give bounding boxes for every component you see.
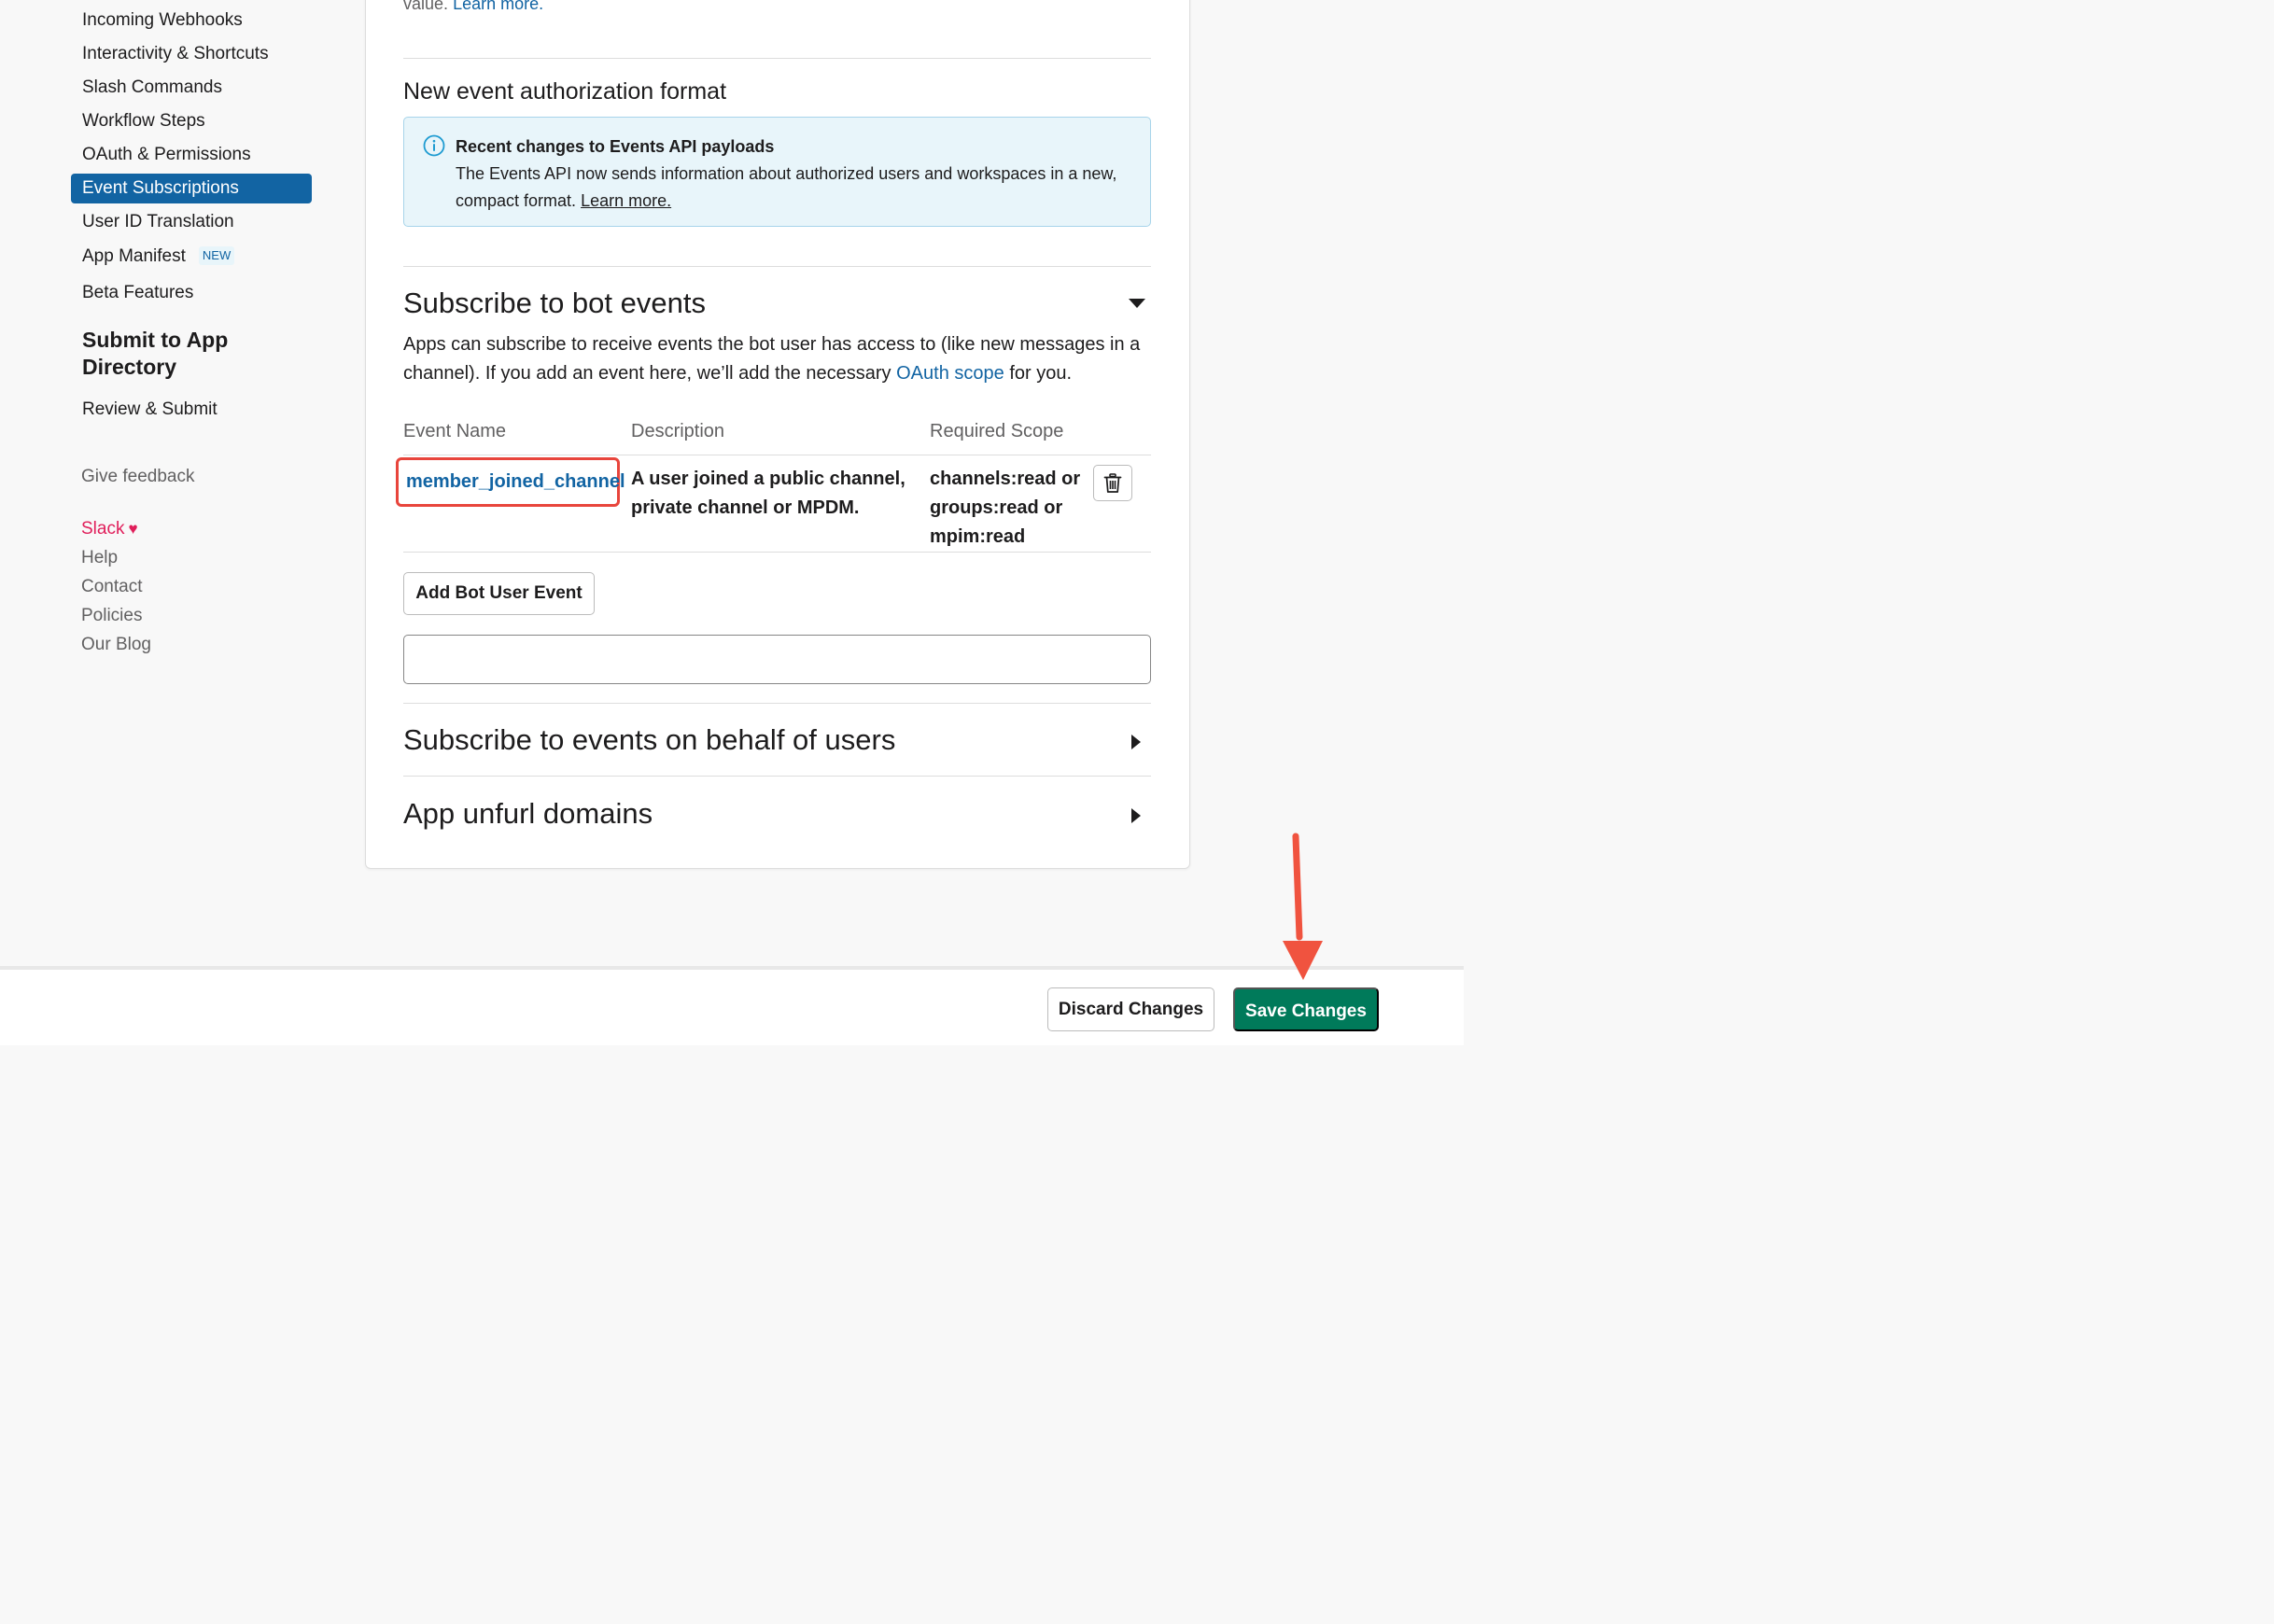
policies-link[interactable]: Policies: [81, 604, 142, 628]
submit-section-heading: Submit to App Directory: [82, 328, 229, 379]
user-events-heading[interactable]: Subscribe to events on behalf of users: [403, 722, 895, 758]
contact-link[interactable]: Contact: [81, 575, 142, 599]
new-badge: NEW: [198, 246, 235, 265]
info-banner-text: The Events API now sends information abo…: [456, 164, 1117, 210]
divider: [403, 266, 1151, 267]
annotation-arrow-icon: [1283, 833, 1323, 980]
give-feedback-link[interactable]: Give feedback: [81, 465, 194, 489]
column-header-description: Description: [631, 421, 725, 441]
top-text: value. Learn more.: [403, 0, 543, 15]
sidebar-item-user-id-translation[interactable]: User ID Translation: [71, 207, 312, 237]
table-row-divider: [403, 552, 1151, 553]
expand-caret-icon[interactable]: [1131, 735, 1141, 749]
sidebar-item-app-manifest[interactable]: App Manifest NEW: [71, 242, 312, 272]
help-link[interactable]: Help: [81, 546, 118, 570]
collapse-caret-icon[interactable]: [1129, 299, 1145, 308]
scope-line: mpim:read: [930, 526, 1026, 547]
event-search-input[interactable]: [403, 635, 1151, 684]
heart-icon: ♥: [128, 520, 138, 538]
sidebar-item-review-submit[interactable]: Review & Submit: [71, 395, 312, 425]
divider: [403, 776, 1151, 777]
bot-events-desc-end: for you.: [1009, 363, 1073, 384]
add-bot-user-event-button[interactable]: Add Bot User Event: [403, 572, 595, 615]
save-changes-button[interactable]: Save Changes: [1233, 987, 1379, 1031]
column-header-required-scope: Required Scope: [930, 421, 1064, 441]
scope-line: groups:read or: [930, 497, 1063, 518]
sidebar-item-interactivity-shortcuts[interactable]: Interactivity & Shortcuts: [71, 39, 312, 69]
sidebar: Incoming Webhooks Interactivity & Shortc…: [0, 0, 336, 966]
expand-caret-icon[interactable]: [1131, 808, 1141, 823]
sidebar-item-incoming-webhooks[interactable]: Incoming Webhooks: [71, 6, 312, 35]
event-name-link[interactable]: member_joined_channel: [406, 468, 625, 497]
sidebar-item-beta-features[interactable]: Beta Features: [71, 278, 312, 308]
sidebar-item-slash-commands[interactable]: Slash Commands: [71, 73, 312, 103]
scope-line: channels:read or: [930, 469, 1081, 489]
divider: [403, 58, 1151, 59]
auth-format-heading: New event authorization format: [403, 78, 727, 105]
info-banner-title: Recent changes to Events API payloads: [456, 137, 775, 156]
discard-changes-button[interactable]: Discard Changes: [1047, 987, 1214, 1031]
sidebar-item-event-subscriptions[interactable]: Event Subscriptions: [71, 174, 312, 203]
oauth-scope-link[interactable]: OAuth scope: [896, 363, 1004, 384]
info-learn-more-link[interactable]: Learn more.: [581, 191, 671, 210]
event-required-scope: channels:read or groups:read or mpim:rea…: [930, 465, 1080, 552]
blog-link[interactable]: Our Blog: [81, 633, 151, 657]
bot-events-heading: Subscribe to bot events: [403, 287, 706, 319]
slack-link[interactable]: Slack ♥: [81, 517, 138, 541]
bot-events-description: Apps can subscribe to receive events the…: [403, 330, 1150, 388]
delete-event-button[interactable]: [1093, 465, 1132, 501]
event-description: A user joined a public channel, private …: [631, 469, 905, 518]
column-header-event-name: Event Name: [403, 421, 507, 441]
slack-label: Slack: [81, 519, 125, 539]
event-name-highlight: member_joined_channel: [396, 457, 625, 507]
unfurl-domains-heading[interactable]: App unfurl domains: [403, 796, 653, 832]
top-text-prefix: value.: [403, 0, 449, 13]
trash-icon: [1103, 473, 1122, 493]
info-banner-body: The Events API now sends information abo…: [456, 161, 1128, 215]
info-banner: Recent changes to Events API payloads Th…: [403, 117, 1151, 227]
info-icon: [423, 134, 445, 157]
sidebar-item-workflow-steps[interactable]: Workflow Steps: [71, 106, 312, 136]
sidebar-item-label: App Manifest: [82, 246, 186, 266]
sidebar-item-oauth-permissions[interactable]: OAuth & Permissions: [71, 140, 312, 170]
top-learn-more-link[interactable]: Learn more.: [453, 0, 543, 13]
divider: [403, 703, 1151, 704]
